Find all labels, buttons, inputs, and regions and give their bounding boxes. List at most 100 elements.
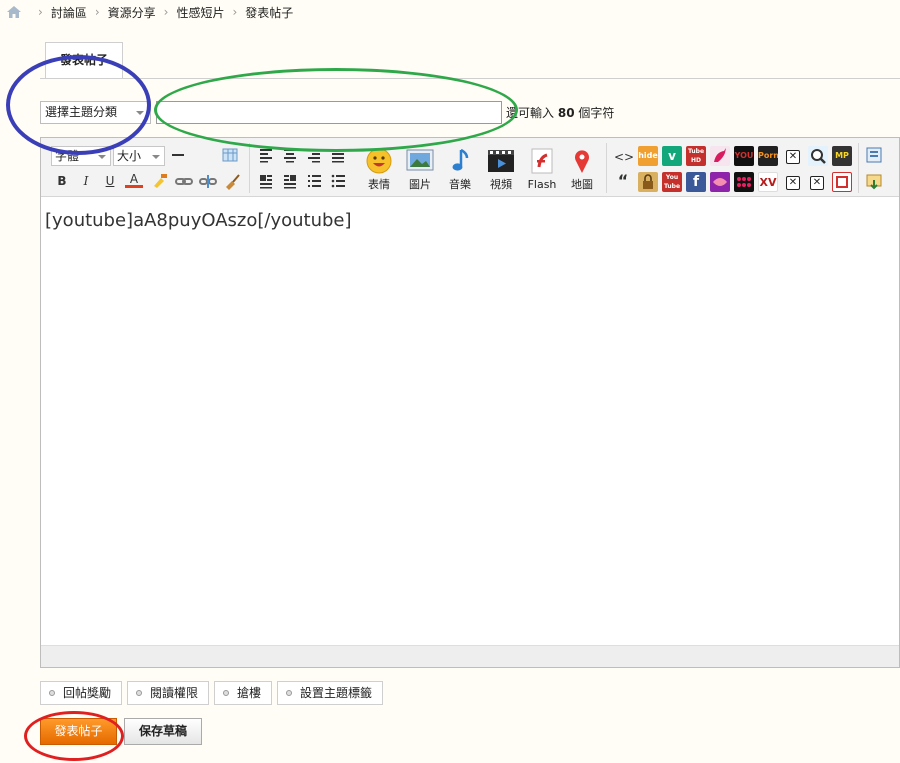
- magnifier-icon[interactable]: [808, 146, 828, 166]
- spellcheck-icon[interactable]: [151, 172, 169, 190]
- tab-divider: [40, 78, 900, 79]
- align-right-icon[interactable]: [305, 146, 323, 164]
- underline-button[interactable]: U: [101, 172, 119, 190]
- map-pin-icon: [567, 147, 597, 175]
- option-bullet-icon: [223, 690, 230, 696]
- float-left-icon[interactable]: [257, 172, 275, 190]
- toolbar-divider: [249, 143, 250, 193]
- font-size-label: 大小: [117, 149, 142, 163]
- breadcrumb-item-current: 發表帖子: [245, 5, 294, 20]
- char-counter: 還可輸入 80 個字符: [506, 104, 614, 121]
- float-right-icon[interactable]: [281, 172, 299, 190]
- map-label: 地圖: [571, 178, 593, 191]
- flash-label: Flash: [527, 178, 557, 191]
- video-button[interactable]: 視頻: [481, 147, 521, 193]
- option-thread-tags[interactable]: 設置主題標籤: [277, 681, 384, 705]
- vine-icon[interactable]: v: [662, 146, 682, 166]
- chevron-down-icon: [136, 111, 144, 115]
- toolbar-divider: [858, 143, 859, 193]
- emoticon-label: 表情: [368, 178, 390, 191]
- tube-hd-icon[interactable]: Tube HD: [686, 146, 706, 166]
- breadcrumb: › 討論區 › 資源分享 › 性感短片 › 發表帖子: [6, 3, 293, 21]
- porn-tile-icon[interactable]: Porn: [758, 146, 778, 166]
- align-justify-icon[interactable]: [329, 146, 347, 164]
- unlink-icon[interactable]: [199, 172, 217, 190]
- option-read-permission[interactable]: 閱讀權限: [127, 681, 210, 705]
- breadcrumb-separator: ›: [38, 5, 43, 19]
- editor-resize-bar[interactable]: [41, 645, 899, 667]
- breadcrumb-item-resources[interactable]: 資源分享: [108, 4, 156, 21]
- flash-button[interactable]: Flash: [522, 147, 562, 193]
- unicorn-icon[interactable]: [710, 146, 730, 166]
- breadcrumb-separator: ›: [163, 5, 169, 19]
- char-counter-prefix: 還可輸入: [506, 106, 555, 120]
- dots-icon[interactable]: [734, 172, 754, 192]
- video-site-icon[interactable]: [710, 172, 730, 192]
- option-label: 搶樓: [237, 686, 262, 700]
- font-color-button[interactable]: A: [125, 172, 143, 188]
- insert-attachment-icon[interactable]: [865, 172, 883, 190]
- option-bullet-icon: [286, 690, 293, 696]
- mp-tile-icon[interactable]: MP: [832, 146, 852, 166]
- hide-tag-icon[interactable]: hide: [638, 146, 658, 166]
- editor-content[interactable]: [youtube]aA8puyOAszo[/youtube]: [45, 210, 352, 231]
- char-counter-suffix: 個字符: [578, 106, 615, 120]
- video-label: 視頻: [490, 178, 512, 191]
- xv-icon[interactable]: XV: [758, 172, 778, 192]
- image-icon: [405, 147, 435, 175]
- align-center-icon[interactable]: [281, 146, 299, 164]
- post-options: 回帖獎勵 閱讀權限 搶樓 設置主題標籤: [40, 681, 388, 705]
- option-label: 閱讀權限: [150, 686, 199, 700]
- quote-icon[interactable]: “: [614, 172, 632, 190]
- unordered-list-icon[interactable]: [329, 172, 347, 190]
- facebook-icon[interactable]: f: [686, 172, 706, 192]
- save-draft-button[interactable]: 保存草稿: [124, 718, 202, 745]
- home-icon[interactable]: [6, 5, 22, 19]
- code-icon[interactable]: <>: [614, 148, 634, 166]
- lock-icon[interactable]: [638, 172, 658, 192]
- subject-input[interactable]: [156, 101, 502, 124]
- broken-image-icon[interactable]: ✕: [786, 150, 800, 164]
- font-size-select[interactable]: 大小: [113, 146, 165, 166]
- category-select[interactable]: 選擇主題分類: [40, 101, 151, 124]
- bold-button[interactable]: B: [53, 172, 71, 190]
- align-left-icon[interactable]: [257, 146, 275, 164]
- breadcrumb-separator: ›: [94, 5, 100, 19]
- broken-image-icon[interactable]: ✕: [810, 176, 824, 190]
- horizontal-rule-icon[interactable]: [169, 146, 187, 164]
- char-counter-value: 80: [557, 106, 575, 120]
- chevron-down-icon: [152, 155, 160, 159]
- music-label: 音樂: [449, 178, 471, 191]
- emoticon-button[interactable]: 表情: [359, 147, 399, 193]
- table-icon[interactable]: [221, 146, 239, 164]
- you-tile-icon[interactable]: YOU: [734, 146, 754, 166]
- option-reply-reward[interactable]: 回帖獎勵: [40, 681, 123, 705]
- post-thread-button[interactable]: 發表帖子: [40, 718, 117, 745]
- word-paste-icon[interactable]: [865, 146, 883, 164]
- chevron-down-icon: [98, 155, 106, 159]
- font-family-select[interactable]: 字體: [51, 146, 111, 166]
- option-label: 回帖獎勵: [63, 686, 112, 700]
- breadcrumb-item-forum[interactable]: 討論區: [51, 4, 87, 21]
- map-button[interactable]: 地圖: [562, 147, 602, 193]
- image-button[interactable]: 圖片: [400, 147, 440, 193]
- editor-toolbar: 字體 大小 B I U A 表情 圖片 音樂 視頻 Flash 地圖 <> “ …: [41, 138, 899, 197]
- clear-format-icon[interactable]: [223, 172, 241, 190]
- film-icon: [486, 147, 516, 175]
- option-label: 設置主題標籤: [300, 686, 373, 700]
- breadcrumb-item-videos[interactable]: 性感短片: [176, 4, 224, 21]
- music-button[interactable]: 音樂: [440, 147, 480, 193]
- option-floor-grab[interactable]: 搶樓: [214, 681, 273, 705]
- category-select-label: 選擇主題分類: [45, 105, 118, 119]
- broken-image-icon[interactable]: ✕: [786, 176, 800, 190]
- red-tile-icon[interactable]: [832, 172, 852, 192]
- music-note-icon: [445, 147, 475, 175]
- toolbar-divider: [606, 143, 607, 193]
- option-bullet-icon: [49, 690, 55, 696]
- tab-post-thread[interactable]: 發表帖子: [45, 42, 123, 79]
- italic-button[interactable]: I: [77, 172, 95, 190]
- flash-icon: [527, 147, 557, 175]
- you-tube-icon[interactable]: You Tube: [662, 172, 682, 192]
- ordered-list-icon[interactable]: [305, 172, 323, 190]
- link-icon[interactable]: [175, 172, 193, 190]
